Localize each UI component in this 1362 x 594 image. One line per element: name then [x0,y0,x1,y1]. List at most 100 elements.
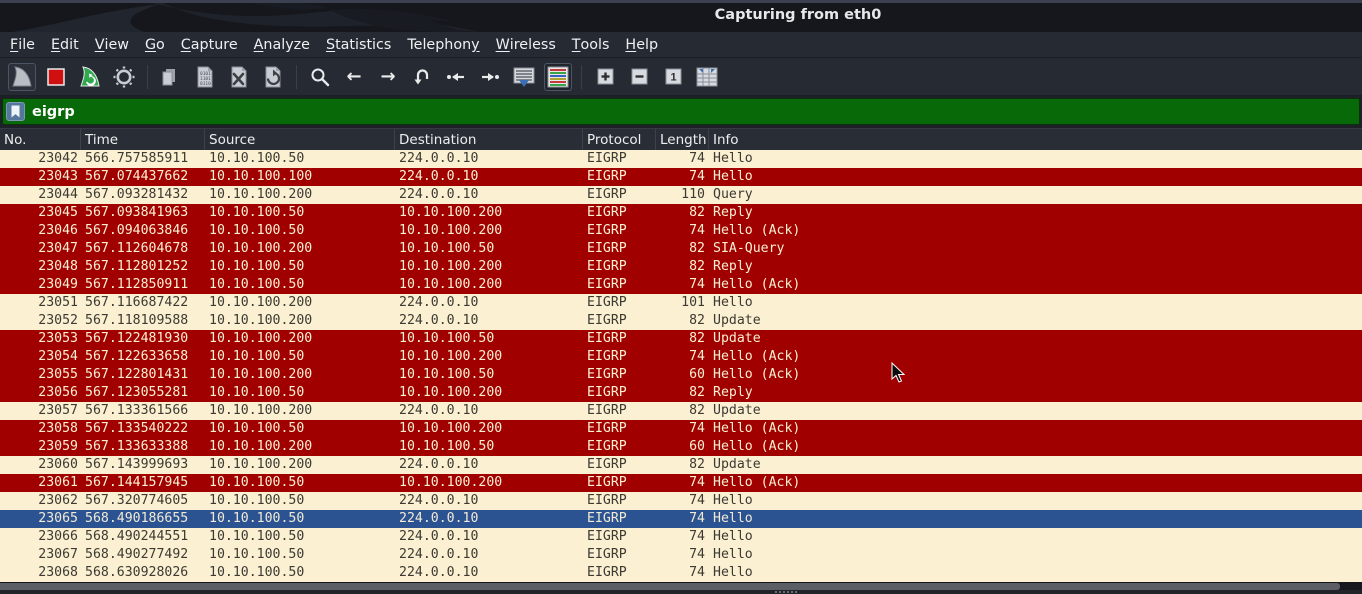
cell-destination: 224.0.0.10 [395,186,583,204]
cell-info: Update [709,330,1362,348]
cell-destination: 10.10.100.50 [395,240,583,258]
go-to-packet-button[interactable] [408,63,436,91]
cell-protocol: EIGRP [583,294,656,312]
resize-columns-button[interactable] [693,63,721,91]
packet-row-23062[interactable]: 23062567.32077460510.10.100.50224.0.0.10… [0,492,1362,510]
packet-row-23047[interactable]: 23047567.11260467810.10.100.20010.10.100… [0,240,1362,258]
column-header-length[interactable]: Length [656,129,709,150]
cell-time: 567.074437662 [81,168,205,186]
cell-protocol: EIGRP [583,402,656,420]
packet-row-23049[interactable]: 23049567.11285091110.10.100.5010.10.100.… [0,276,1362,294]
cell-time: 567.112604678 [81,240,205,258]
column-header-no[interactable]: No. [0,129,81,150]
cell-protocol: EIGRP [583,150,656,168]
packet-row-23045[interactable]: 23045567.09384196310.10.100.5010.10.100.… [0,204,1362,222]
packet-row-23068[interactable]: 23068568.63092802610.10.100.50224.0.0.10… [0,564,1362,582]
menu-tools[interactable]: Tools [564,32,618,57]
packet-row-23054[interactable]: 23054567.12263365810.10.100.5010.10.100.… [0,348,1362,366]
u-turn-arrow-icon [411,66,433,88]
packet-row-23067[interactable]: 23067568.49027749210.10.100.50224.0.0.10… [0,546,1362,564]
packet-row-23053[interactable]: 23053567.12248193010.10.100.20010.10.100… [0,330,1362,348]
menu-statistics[interactable]: Statistics [318,32,399,57]
menu-go[interactable]: Go [137,32,173,57]
bookmark-icon[interactable] [6,102,25,121]
restart-capture-button[interactable] [76,63,104,91]
scrollbar-thumb[interactable] [0,583,1340,590]
packet-row-23060[interactable]: 23060567.14399969310.10.100.200224.0.0.1… [0,456,1362,474]
packet-row-23057[interactable]: 23057567.13336156610.10.100.200224.0.0.1… [0,402,1362,420]
packet-row-23056[interactable]: 23056567.12305528110.10.100.5010.10.100.… [0,384,1362,402]
cell-no: 23052 [0,312,81,330]
menu-capture[interactable]: Capture [173,32,246,57]
menu-view[interactable]: View [87,32,137,57]
cell-time: 567.093281432 [81,186,205,204]
menu-file[interactable]: File [2,32,43,57]
packet-row-23051[interactable]: 23051567.11668742210.10.100.200224.0.0.1… [0,294,1362,312]
menu-help[interactable]: Help [617,32,666,57]
packet-row-23044[interactable]: 23044567.09328143210.10.100.200224.0.0.1… [0,186,1362,204]
packet-row-23059[interactable]: 23059567.13363338810.10.100.20010.10.100… [0,438,1362,456]
packet-row-23046[interactable]: 23046567.09406384610.10.100.5010.10.100.… [0,222,1362,240]
cell-no: 23062 [0,492,81,510]
go-forward-button[interactable]: → [374,63,402,91]
packet-row-23066[interactable]: 23066568.49024455110.10.100.50224.0.0.10… [0,528,1362,546]
splitter-handle[interactable] [775,591,797,593]
packet-row-23065[interactable]: 23065568.49018665510.10.100.50224.0.0.10… [0,510,1362,528]
column-header-source[interactable]: Source [205,129,395,150]
zoom-normal-button[interactable]: 1 [659,63,687,91]
find-packet-button[interactable] [306,63,334,91]
packet-row-23042[interactable]: 23042566.75758591110.10.100.50224.0.0.10… [0,150,1362,168]
packet-row-23058[interactable]: 23058567.13354022210.10.100.5010.10.100.… [0,420,1362,438]
column-header-info[interactable]: Info [709,129,1362,150]
start-capture-button[interactable] [8,63,36,91]
menu-analyze[interactable]: Analyze [246,32,318,57]
cell-source: 10.10.100.50 [205,258,395,276]
menu-telephony[interactable]: Telephony [399,32,487,57]
cell-length: 60 [656,438,709,456]
zoom-in-button[interactable] [591,63,619,91]
save-file-button[interactable]: 010111010110 [191,63,219,91]
colorize-packets-button[interactable] [544,63,572,91]
zoom-out-button[interactable] [625,63,653,91]
go-back-button[interactable]: ← [340,63,368,91]
cell-destination: 224.0.0.10 [395,150,583,168]
cell-length: 74 [656,474,709,492]
cell-length: 82 [656,384,709,402]
packet-row-23061[interactable]: 23061567.14415794510.10.100.5010.10.100.… [0,474,1362,492]
cell-no: 23046 [0,222,81,240]
capture-options-button[interactable] [110,63,138,91]
horizontal-scrollbar[interactable] [0,583,1362,590]
open-file-button[interactable] [157,63,185,91]
cell-length: 82 [656,204,709,222]
cell-info: Update [709,402,1362,420]
filter-input[interactable] [25,104,1359,120]
go-last-packet-button[interactable] [476,63,504,91]
cell-no: 23066 [0,528,81,546]
go-first-packet-button[interactable] [442,63,470,91]
menu-edit[interactable]: Edit [43,32,87,57]
stop-capture-button[interactable] [42,63,70,91]
auto-scroll-button[interactable] [510,63,538,91]
cell-destination: 10.10.100.200 [395,474,583,492]
window-title: Capturing from eth0 [715,7,882,23]
packet-row-23043[interactable]: 23043567.07443766210.10.100.100224.0.0.1… [0,168,1362,186]
column-header-time[interactable]: Time [81,129,205,150]
cell-info: Hello (Ack) [709,276,1362,294]
cell-source: 10.10.100.50 [205,528,395,546]
document-reload-icon [263,66,283,88]
cell-length: 74 [656,546,709,564]
shark-fin-green-icon [78,65,102,89]
zoom-out-icon [631,68,648,85]
reload-file-button[interactable] [259,63,287,91]
packet-row-23055[interactable]: 23055567.12280143110.10.100.20010.10.100… [0,366,1362,384]
packet-row-23048[interactable]: 23048567.11280125210.10.100.5010.10.100.… [0,258,1362,276]
column-header-protocol[interactable]: Protocol [583,129,656,150]
cell-source: 10.10.100.50 [205,204,395,222]
menu-wireless[interactable]: Wireless [488,32,564,57]
column-header-destination[interactable]: Destination [395,129,583,150]
packet-row-23052[interactable]: 23052567.11810958810.10.100.200224.0.0.1… [0,312,1362,330]
close-file-button[interactable] [225,63,253,91]
packet-list-header: No.TimeSourceDestinationProtocolLengthIn… [0,128,1362,150]
title-bar[interactable]: Capturing from eth0 [0,0,1362,32]
cell-time: 567.133361566 [81,402,205,420]
